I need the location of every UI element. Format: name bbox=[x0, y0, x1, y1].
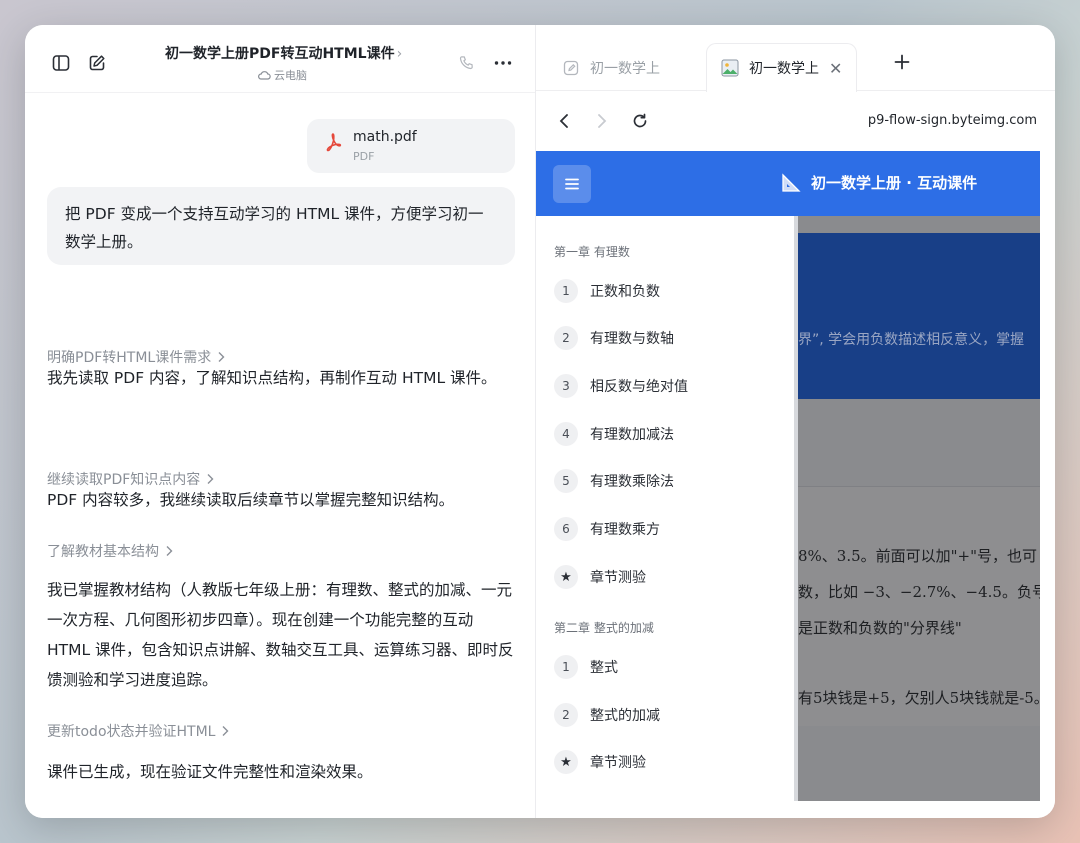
attachment-card[interactable]: math.pdf PDF bbox=[307, 119, 515, 173]
cloud-computer-label: 云电脑 bbox=[274, 69, 307, 82]
lesson-label: 整式 bbox=[590, 660, 618, 676]
lesson-text: 是正数和负数的"分界线" bbox=[798, 619, 962, 637]
hero-banner: 界”, 学会用负数描述相反意义，掌握 bbox=[798, 233, 1040, 399]
lesson-label: 相反数与绝对值 bbox=[590, 379, 688, 395]
tab-label: 初一数学上 bbox=[749, 61, 819, 77]
lesson-item[interactable]: 2 有理数与数轴 bbox=[554, 326, 674, 350]
lesson-number: 4 bbox=[554, 422, 578, 446]
lesson-item[interactable]: 2 整式的加减 bbox=[554, 703, 660, 727]
star-icon: ★ bbox=[554, 565, 578, 589]
assistant-text-1: 我先读取 PDF 内容，了解知识点结构，再制作互动 HTML 课件。 bbox=[47, 369, 497, 387]
new-tab-plus-icon[interactable] bbox=[894, 51, 910, 76]
edit-doc-icon bbox=[562, 59, 580, 77]
lesson-item[interactable]: 5 有理数乘除法 bbox=[554, 469, 674, 493]
lesson-label: 有理数乘除法 bbox=[590, 474, 674, 490]
lesson-item[interactable]: 6 有理数乘方 bbox=[554, 517, 660, 541]
chat-title[interactable]: 初一数学上册PDF转互动HTML课件 › bbox=[165, 43, 402, 63]
lesson-item[interactable]: 4 有理数加减法 bbox=[554, 422, 674, 446]
lesson-text: 数，比如 −3、−2.7%、−4.5。负号 bbox=[798, 583, 1040, 601]
tab-label: 初一数学上 bbox=[590, 61, 660, 77]
lesson-number: 2 bbox=[554, 703, 578, 727]
close-icon[interactable]: ✕ bbox=[829, 59, 842, 78]
lesson-number: 1 bbox=[554, 655, 578, 679]
assistant-text-4: 课件已生成，现在验证文件完整性和渲染效果。 bbox=[47, 763, 373, 781]
browser-pane: 初一数学上 初一数学上 ✕ p9-flow-sign.byteimg.com 初… bbox=[536, 25, 1055, 818]
step-link-label: 了解教材基本结构 bbox=[47, 544, 159, 560]
assistant-text-3: 我已掌握教材结构（人教版七年级上册：有理数、整式的加减、一元一次方程、几何图形初… bbox=[47, 581, 514, 689]
course-title: 初一数学上册 · 互动课件 bbox=[781, 172, 977, 193]
chevron-right-icon: › bbox=[396, 46, 403, 62]
step-link-label: 更新todo状态并验证HTML bbox=[47, 724, 216, 740]
more-icon[interactable] bbox=[491, 51, 515, 75]
chapter-sidebar: 第一章 有理数 1 正数和负数 2 有理数与数轴 3 相反数与绝对值 4 有理数加减法 … bbox=[536, 216, 798, 801]
web-viewport: 初一数学上册 · 互动课件 界”, 学会用负数描述相反意义，掌握 8%、3.5。… bbox=[536, 151, 1040, 801]
ruler-triangle-icon bbox=[782, 172, 801, 192]
lesson-label: 正数和负数 bbox=[590, 284, 660, 300]
file-type: PDF bbox=[353, 150, 375, 163]
chat-title-text: 初一数学上册PDF转互动HTML课件 bbox=[165, 46, 395, 62]
lesson-number: 3 bbox=[554, 374, 578, 398]
chat-subtitle: 云电脑 bbox=[257, 67, 307, 83]
pdf-icon bbox=[323, 131, 343, 157]
chat-pane: 初一数学上册PDF转互动HTML课件 › 云电脑 math.pdf PDF 把 P… bbox=[25, 25, 535, 818]
course-title-text: 初一数学上册 · 互动课件 bbox=[811, 174, 978, 192]
lesson-number: 5 bbox=[554, 469, 578, 493]
lesson-item[interactable]: 1 正数和负数 bbox=[554, 279, 660, 303]
chat-header: 初一数学上册PDF转互动HTML课件 › 云电脑 bbox=[25, 25, 535, 93]
course-topbar: 初一数学上册 · 互动课件 bbox=[536, 151, 1040, 216]
lesson-card: 8%、3.5。前面可以加"+"号，也可 数，比如 −3、−2.7%、−4.5。负… bbox=[798, 486, 1040, 726]
lesson-label: 章节测验 bbox=[590, 570, 646, 586]
lesson-number: 1 bbox=[554, 279, 578, 303]
chevron-right-icon bbox=[207, 474, 214, 484]
menu-icon[interactable] bbox=[553, 165, 591, 203]
lesson-text: 有5块钱是+5，欠别人5块钱就是-5。 bbox=[798, 689, 1040, 707]
chapter-quiz-item[interactable]: ★ 章节测验 bbox=[554, 750, 646, 774]
chevron-right-icon bbox=[218, 352, 225, 362]
image-icon bbox=[721, 59, 739, 77]
hero-text: 界”, 学会用负数描述相反意义，掌握 bbox=[798, 332, 1025, 348]
lesson-label: 有理数乘方 bbox=[590, 522, 660, 538]
star-icon: ★ bbox=[554, 750, 578, 774]
chevron-right-icon bbox=[166, 546, 173, 556]
chapter-title: 第一章 有理数 bbox=[554, 245, 630, 259]
background-content: 界”, 学会用负数描述相反意义，掌握 8%、3.5。前面可以加"+"号，也可 数… bbox=[798, 216, 1040, 801]
step-link-4[interactable]: 更新todo状态并验证HTML bbox=[47, 721, 229, 741]
nav-bar: p9-flow-sign.byteimg.com bbox=[536, 93, 1055, 151]
lesson-label: 有理数与数轴 bbox=[590, 331, 674, 347]
reload-icon[interactable] bbox=[628, 109, 652, 133]
chapter-title: 第二章 整式的加减 bbox=[554, 621, 654, 635]
lesson-label: 章节测验 bbox=[590, 755, 646, 771]
app-window: 初一数学上册PDF转互动HTML课件 › 云电脑 math.pdf PDF 把 P… bbox=[25, 25, 1055, 818]
lesson-item[interactable]: 1 整式 bbox=[554, 655, 618, 679]
chevron-right-icon bbox=[222, 726, 229, 736]
sidebar-toggle-icon[interactable] bbox=[49, 51, 73, 75]
step-link-3[interactable]: 了解教材基本结构 bbox=[47, 541, 173, 561]
lesson-number: 6 bbox=[554, 517, 578, 541]
lesson-label: 整式的加减 bbox=[590, 708, 660, 724]
chapter-quiz-item[interactable]: ★ 章节测验 bbox=[554, 565, 646, 589]
new-chat-icon[interactable] bbox=[85, 51, 109, 75]
tab-active[interactable]: 初一数学上 ✕ bbox=[706, 43, 858, 92]
tab-inactive[interactable]: 初一数学上 bbox=[548, 45, 674, 91]
address-bar[interactable]: p9-flow-sign.byteimg.com bbox=[868, 113, 1037, 128]
forward-icon[interactable] bbox=[590, 109, 614, 133]
tab-bar: 初一数学上 初一数学上 ✕ bbox=[536, 25, 1055, 92]
back-icon[interactable] bbox=[552, 109, 576, 133]
lesson-label: 有理数加减法 bbox=[590, 427, 674, 443]
lesson-item[interactable]: 3 相反数与绝对值 bbox=[554, 374, 688, 398]
file-name: math.pdf bbox=[353, 129, 417, 145]
lesson-text: 8%、3.5。前面可以加"+"号，也可 bbox=[798, 547, 1038, 565]
user-message: 把 PDF 变成一个支持互动学习的 HTML 课件，方便学习初一数学上册。 bbox=[47, 187, 515, 265]
phone-icon[interactable] bbox=[455, 51, 479, 75]
assistant-text-2: PDF 内容较多，我继续读取后续章节以掌握完整知识结构。 bbox=[47, 491, 455, 509]
lesson-number: 2 bbox=[554, 326, 578, 350]
cloud-icon bbox=[258, 71, 271, 80]
